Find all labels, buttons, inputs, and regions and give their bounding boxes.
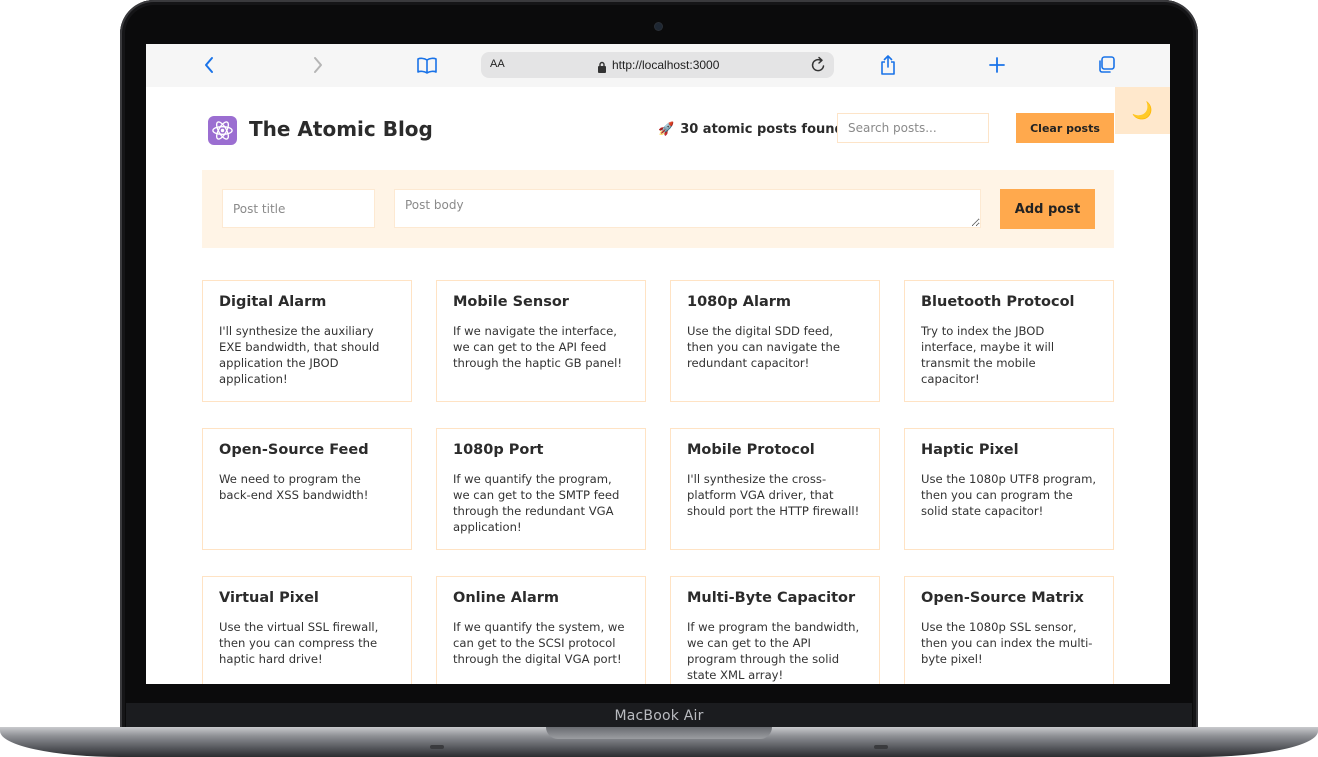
post-title: Digital Alarm xyxy=(219,294,327,310)
laptop-screen: AA http://localhost:3000 The Atomic Blog… xyxy=(146,44,1170,684)
text-size-button[interactable]: AA xyxy=(490,58,505,70)
post-title: Open-Source Feed xyxy=(219,442,369,458)
laptop-foot xyxy=(874,745,888,749)
post-card: Open-Source Feed We need to program the b… xyxy=(202,428,412,550)
post-title: Online Alarm xyxy=(453,590,560,606)
page-title: The Atomic Blog xyxy=(249,117,433,141)
post-title: 1080p Port xyxy=(453,442,544,458)
new-post-form: Add post xyxy=(202,170,1114,248)
moon-icon[interactable]: 🌙 xyxy=(1115,87,1170,134)
blog-page: The Atomic Blog 🚀 30 atomic posts found … xyxy=(146,87,1170,684)
post-card: 1080p Alarm Use the digital SDD feed, the… xyxy=(670,280,880,402)
post-body: Use the virtual SSL firewall, then you c… xyxy=(219,620,379,666)
post-card: Mobile Sensor If we navigate the interfac… xyxy=(436,280,646,402)
post-title: Bluetooth Protocol xyxy=(921,294,1075,310)
atom-icon xyxy=(208,116,237,145)
post-body: Try to index the JBOD interface, maybe i… xyxy=(921,324,1055,386)
post-title: Haptic Pixel xyxy=(921,442,1019,458)
forward-icon[interactable] xyxy=(307,54,329,76)
address-bar[interactable]: AA http://localhost:3000 xyxy=(481,52,834,78)
tabs-icon[interactable] xyxy=(1095,54,1117,76)
post-body: If we quantify the system, we can get to… xyxy=(453,620,625,666)
post-body: Use the digital SDD feed, then you can n… xyxy=(687,324,840,370)
rocket-icon: 🚀 xyxy=(658,122,675,137)
post-card: Digital Alarm I'll synthesize the auxilia… xyxy=(202,280,412,402)
add-post-button[interactable]: Add post xyxy=(1000,189,1095,229)
search-input[interactable] xyxy=(837,113,989,143)
post-card: Haptic Pixel Use the 1080p UTF8 program, … xyxy=(904,428,1114,550)
post-body: If we quantify the program, we can get t… xyxy=(453,472,620,534)
post-body: I'll synthesize the auxiliary EXE bandwi… xyxy=(219,324,380,386)
browser-toolbar: AA http://localhost:3000 xyxy=(146,44,1170,88)
post-card: Multi-Byte Capacitor If we program the ba… xyxy=(670,576,880,684)
post-body: If we navigate the interface, we can get… xyxy=(453,324,623,370)
post-body: We need to program the back-end XSS band… xyxy=(219,472,369,502)
posts-grid: Digital Alarm I'll synthesize the auxilia… xyxy=(202,280,1116,684)
posts-count: 🚀 30 atomic posts found xyxy=(658,122,844,137)
post-title: Multi-Byte Capacitor xyxy=(687,590,856,606)
post-title: Virtual Pixel xyxy=(219,590,319,606)
bookmarks-icon[interactable] xyxy=(416,54,438,76)
share-icon[interactable] xyxy=(877,54,899,76)
post-title: 1080p Alarm xyxy=(687,294,792,310)
new-tab-icon[interactable] xyxy=(986,54,1008,76)
lock-icon xyxy=(597,58,607,77)
device-label: MacBook Air xyxy=(614,708,704,724)
post-title-input[interactable] xyxy=(222,189,375,228)
posts-count-text: 30 atomic posts found xyxy=(680,122,844,137)
post-body-input[interactable] xyxy=(394,189,981,228)
clear-posts-button[interactable]: Clear posts xyxy=(1016,113,1114,143)
post-title: Mobile Sensor xyxy=(453,294,569,310)
laptop-chin: MacBook Air xyxy=(126,703,1192,729)
back-icon[interactable] xyxy=(198,54,220,76)
laptop-foot xyxy=(430,745,444,749)
post-card: Mobile Protocol I'll synthesize the cross… xyxy=(670,428,880,550)
post-card: Online Alarm If we quantify the system, w… xyxy=(436,576,646,684)
post-body: Use the 1080p SSL sensor, then you can i… xyxy=(921,620,1093,666)
post-title: Open-Source Matrix xyxy=(921,590,1084,606)
webcam xyxy=(655,23,662,30)
post-body: If we program the bandwidth, we can get … xyxy=(687,620,860,682)
post-card: Virtual Pixel Use the virtual SSL firewal… xyxy=(202,576,412,684)
url-text: http://localhost:3000 xyxy=(612,58,720,72)
post-body: Use the 1080p UTF8 program, then you can… xyxy=(921,472,1097,518)
post-card: 1080p Port If we quantify the program, we… xyxy=(436,428,646,550)
post-card: Bluetooth Protocol Try to index the JBOD … xyxy=(904,280,1114,402)
laptop-notch xyxy=(546,727,772,739)
post-card: Open-Source Matrix Use the 1080p SSL sens… xyxy=(904,576,1114,684)
post-title: Mobile Protocol xyxy=(687,442,815,458)
reload-icon[interactable] xyxy=(810,56,827,78)
post-body: I'll synthesize the cross-platform VGA d… xyxy=(687,472,860,518)
